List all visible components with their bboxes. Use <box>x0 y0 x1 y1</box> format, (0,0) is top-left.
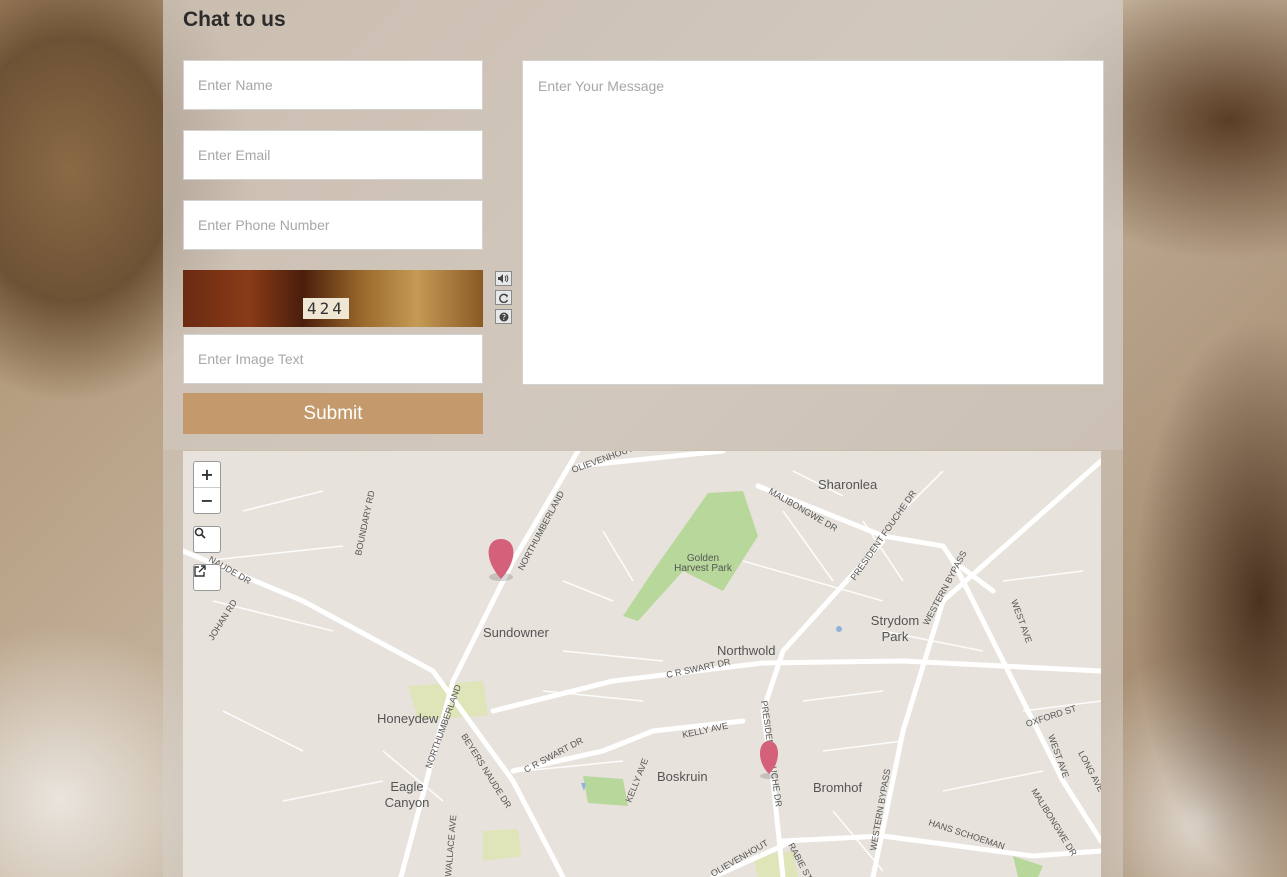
street-northumberland: NORTHUMBERLAND <box>516 489 567 572</box>
street-boundary: BOUNDARY RD <box>353 489 377 556</box>
street-malibongwe: MALIBONGWE DR <box>767 486 840 534</box>
park-area <box>583 776 628 806</box>
map-search-button[interactable] <box>193 526 221 553</box>
page-title: Chat to us <box>183 8 286 31</box>
captcha-image: 424 <box>183 270 483 327</box>
name-input[interactable] <box>183 60 483 110</box>
street-long: LONG AVE <box>1076 749 1101 793</box>
street-west-ave: WEST AVE <box>1009 598 1034 644</box>
captcha-code: 424 <box>303 298 349 319</box>
external-link-icon <box>194 565 206 577</box>
street-cr-swart: C R SWART DR <box>665 656 731 679</box>
label-eagle: Eagle <box>390 779 423 794</box>
zoom-control: + − <box>193 461 221 514</box>
message-textarea[interactable] <box>522 60 1104 385</box>
street-western-bypass: WESTERN BYPASS <box>921 549 969 627</box>
label-bromhof: Bromhof <box>813 780 863 795</box>
email-input[interactable] <box>183 130 483 180</box>
park-area <box>483 829 521 861</box>
svg-text:?: ? <box>501 313 505 322</box>
captcha-input[interactable] <box>183 334 483 384</box>
label-sundowner: Sundowner <box>483 625 549 640</box>
zoom-out-button[interactable]: − <box>194 487 220 513</box>
submit-button[interactable]: Submit <box>183 393 483 434</box>
zoom-in-button[interactable]: + <box>194 462 220 487</box>
label-northwold: Northwold <box>717 643 776 658</box>
phone-input[interactable] <box>183 200 483 250</box>
label-strydom-park: Park <box>882 629 909 644</box>
help-icon[interactable]: ? <box>495 309 512 324</box>
label-canyon: Canyon <box>385 795 430 810</box>
label-honeydew: Honeydew <box>377 711 439 726</box>
label-strydom: Strydom <box>871 613 919 628</box>
street-wallace: WALLACE AVE <box>443 815 458 877</box>
label-sharonlea: Sharonlea <box>818 477 878 492</box>
label-golden-harvest-park: Harvest Park <box>674 563 733 574</box>
map[interactable]: Sharonlea Golden Harvest Park Strydom Pa… <box>183 451 1101 877</box>
park-area <box>1013 856 1043 877</box>
street-kelly: KELLY AVE <box>624 757 651 804</box>
refresh-icon[interactable] <box>495 290 512 305</box>
label-boskruin: Boskruin <box>657 769 708 784</box>
search-icon <box>194 527 206 539</box>
water-feature <box>836 626 842 632</box>
map-open-external-button[interactable] <box>193 564 221 591</box>
street-president-fouche: PRESIDENT FOUCHE DR <box>848 488 918 582</box>
audio-icon[interactable] <box>495 271 512 286</box>
map-marker[interactable] <box>488 539 514 581</box>
map-canvas: Sharonlea Golden Harvest Park Strydom Pa… <box>183 451 1101 877</box>
